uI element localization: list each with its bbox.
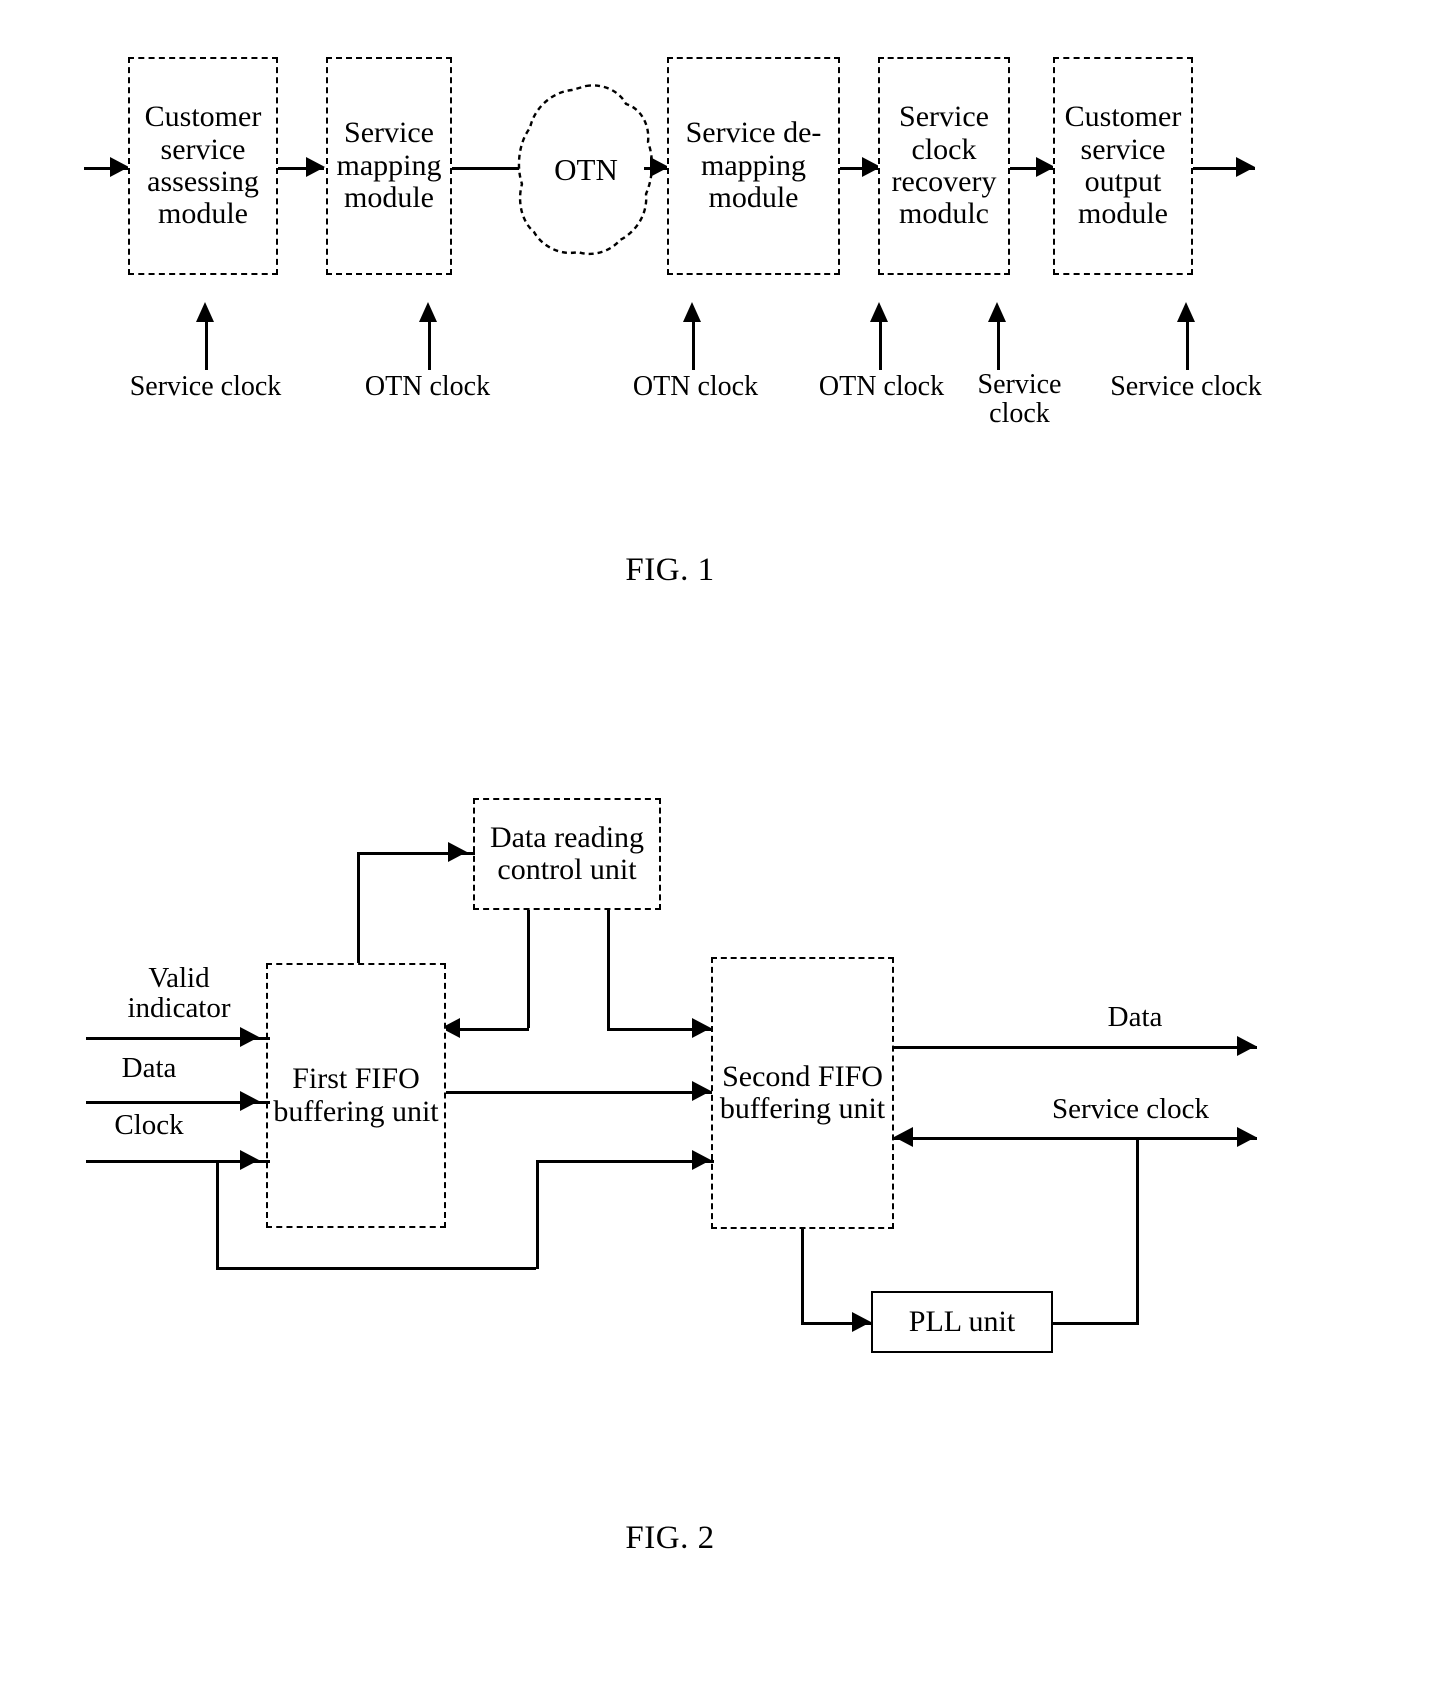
clk-line-1 (205, 320, 208, 370)
patent-drawing-sheet: Customer service assessing module Servic… (0, 0, 1441, 1695)
block-service-de-mapping-module[interactable]: Service de-mapping module (667, 57, 840, 275)
block-customer-service-assessing-module[interactable]: Customer service assessing module (128, 57, 278, 275)
block-second-fifo-buffering-unit[interactable]: Second FIFO buffering unit (711, 957, 894, 1229)
fig2-fifo1-to-fifo2-data-arrowhead (692, 1081, 711, 1101)
fig2-data-out-line (894, 1046, 1257, 1049)
block-service-clock-recovery-module[interactable]: Service clock recovery modulc (878, 57, 1010, 275)
otn-label: OTN (554, 152, 618, 187)
fig2-clock-bus-vline-mid (536, 1160, 539, 1269)
fig2-valid-indicator-arrowhead (240, 1027, 259, 1047)
figure-1-caption: FIG. 1 (625, 552, 715, 588)
block-label: Second FIFO buffering unit (719, 1059, 886, 1125)
clk-line-2 (428, 320, 431, 370)
clk-line-5 (997, 320, 1000, 370)
clock-label-service-clock-2: Service clock (977, 369, 1062, 430)
clk-arrowhead-5 (988, 302, 1006, 322)
figure-2-caption: FIG. 2 (625, 1520, 715, 1556)
block-label: First FIFO buffering unit (273, 1062, 439, 1128)
block-label: Service de-mapping module (685, 116, 822, 215)
output-label-service-clock: Service clock (1051, 1093, 1209, 1125)
fig2-fifo1-to-drcu-vline (357, 852, 360, 964)
fig1-input-arrowhead (110, 157, 129, 177)
block-pll-unit[interactable]: PLL unit (871, 1291, 1053, 1353)
clk-line-6 (1186, 320, 1189, 370)
clk-arrowhead-6 (1177, 302, 1195, 322)
fig2-service-clock-feedback-arrowhead (894, 1127, 913, 1147)
fig2-drcu-right-branch-vline (607, 910, 610, 1028)
input-label-valid-indicator: Valid indicator (127, 962, 231, 1025)
clock-label-otn-clock-2: OTN clock (632, 371, 759, 402)
block-label: Service mapping module (336, 116, 442, 215)
block-label: Customer service assessing module (144, 100, 262, 231)
fig2-clock-in-arrowhead (240, 1150, 259, 1170)
fig2-clock-bus-vline-left (216, 1160, 219, 1267)
fig2-fifo1-to-fifo2-data (446, 1091, 712, 1094)
fig2-fifo2-ctrl-arrowhead (692, 1018, 711, 1038)
block-label: Data reading control unit (489, 820, 645, 886)
clock-label-otn-clock-3: OTN clock (818, 371, 945, 402)
block-customer-service-output-module[interactable]: Customer service output module (1053, 57, 1193, 275)
clk-arrowhead-2 (419, 302, 437, 322)
fig2-clock-bus-hline-bottom (216, 1267, 536, 1270)
fig2-clock-bus-hline-top (536, 1160, 714, 1163)
fig1-link-1-2-arrowhead (306, 157, 325, 177)
fig2-data-out-arrowhead (1237, 1036, 1256, 1056)
fig2-drcu-left-branch-vline (527, 910, 530, 1028)
fig2-clock-bus-arrowhead (692, 1150, 711, 1170)
fig2-pll-out-hline (1053, 1322, 1139, 1325)
fig2-pll-in-arrowhead (852, 1312, 871, 1332)
input-label-data: Data (121, 1052, 177, 1084)
block-service-mapping-module[interactable]: Service mapping module (326, 57, 452, 275)
clk-line-3 (692, 320, 695, 370)
fig1-output-arrowhead (1236, 157, 1255, 177)
input-label-clock: Clock (114, 1109, 184, 1141)
block-data-reading-control-unit[interactable]: Data reading control unit (473, 798, 661, 910)
clock-label-service-clock-3: Service clock (1110, 371, 1262, 402)
fig2-service-clock-out-arrowhead (1237, 1127, 1256, 1147)
block-label: Service clock recovery modulc (891, 100, 997, 231)
fig2-data-in-arrowhead (240, 1091, 259, 1111)
block-label: Customer service output module (1064, 100, 1182, 231)
fig2-drcu-in-arrowhead (448, 842, 467, 862)
clk-line-4 (879, 320, 882, 370)
block-first-fifo-buffering-unit[interactable]: First FIFO buffering unit (266, 963, 446, 1228)
block-label: PLL unit (908, 1305, 1016, 1339)
clock-label-service-clock-1: Service clock (129, 371, 282, 402)
fig2-pll-out-vline (1136, 1137, 1139, 1324)
clk-arrowhead-4 (870, 302, 888, 322)
clk-arrowhead-3 (683, 302, 701, 322)
block-otn-cloud[interactable]: OTN (516, 80, 656, 260)
fig2-service-clock-line (894, 1137, 1257, 1140)
output-label-data: Data (1107, 1001, 1163, 1033)
fig2-fifo2-to-pll-vline (801, 1229, 804, 1322)
clk-arrowhead-1 (196, 302, 214, 322)
fig1-link-2-cloud (452, 167, 524, 170)
clock-label-otn-clock-1: OTN clock (364, 371, 491, 402)
